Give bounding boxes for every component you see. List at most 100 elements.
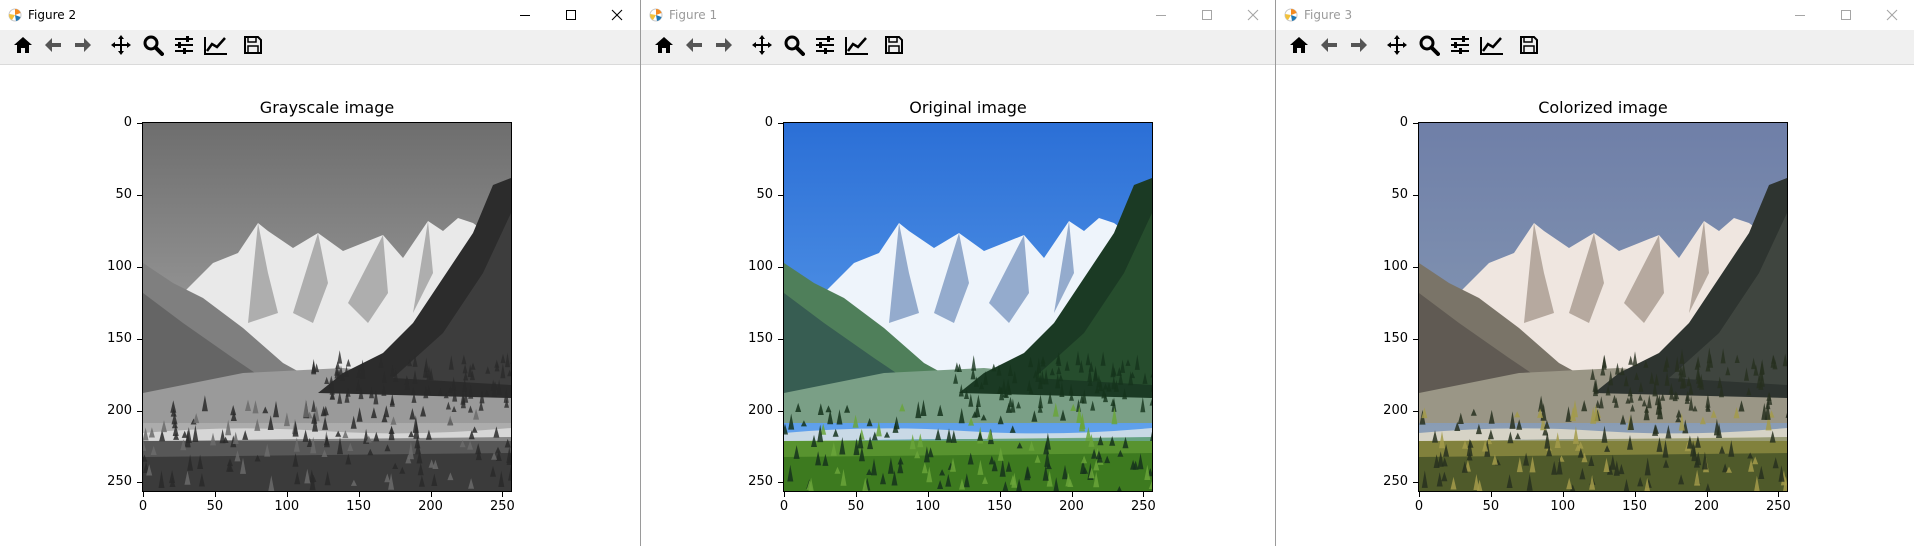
x-tick-mark <box>999 492 1001 497</box>
save-button[interactable] <box>1516 35 1542 59</box>
zoom-button[interactable] <box>1416 35 1442 59</box>
back-arrow-icon <box>1319 35 1339 60</box>
forward-arrow-button[interactable] <box>711 35 737 59</box>
forward-arrow-button[interactable] <box>70 35 96 59</box>
zoom-button[interactable] <box>781 35 807 59</box>
x-tick-mark <box>927 492 929 497</box>
maximize-button[interactable] <box>548 0 594 30</box>
window-figure-2: Figure 2 Grayscale image 0 50 100 150 20… <box>0 0 640 546</box>
home-button[interactable] <box>1286 35 1312 59</box>
navigation-toolbar <box>0 30 640 64</box>
maximize-button[interactable] <box>1823 0 1869 30</box>
title-bar[interactable]: Figure 2 <box>0 0 640 30</box>
pan-icon <box>1386 34 1408 61</box>
save-button[interactable] <box>881 35 907 59</box>
back-arrow-icon <box>684 35 704 60</box>
x-tick-label: 0 <box>1414 499 1424 514</box>
pan-button[interactable] <box>749 34 775 59</box>
x-tick-label: 200 <box>1694 499 1719 514</box>
x-tick-mark <box>1778 492 1780 497</box>
image-content <box>784 123 1152 491</box>
minimize-button[interactable] <box>1777 0 1823 30</box>
y-tick-mark <box>778 266 783 268</box>
edit-axis-button[interactable] <box>844 35 870 59</box>
y-tick-mark <box>1413 482 1418 484</box>
forward-arrow-button[interactable] <box>1346 35 1372 59</box>
back-arrow-icon <box>43 35 63 60</box>
configure-subplots-icon <box>173 35 195 60</box>
x-tick-label: 150 <box>1622 499 1647 514</box>
matplotlib-logo-icon <box>1284 8 1298 22</box>
image-axes[interactable] <box>1418 122 1788 492</box>
back-arrow-button[interactable] <box>681 35 707 59</box>
matplotlib-logo-icon <box>8 8 22 22</box>
zoom-icon <box>1418 34 1440 61</box>
configure-subplots-icon <box>814 35 836 60</box>
x-tick-label: 200 <box>1059 499 1084 514</box>
toolbar-divider <box>1276 64 1914 65</box>
configure-subplots-icon <box>1449 35 1471 60</box>
image-axes[interactable] <box>142 122 512 492</box>
pan-button[interactable] <box>1384 34 1410 61</box>
image-content <box>143 123 511 491</box>
x-tick-mark <box>214 492 216 497</box>
configure-subplots-button[interactable] <box>812 35 838 59</box>
x-tick-mark <box>784 492 785 497</box>
plot-title: Original image <box>909 98 1027 117</box>
home-button[interactable] <box>10 35 36 59</box>
y-tick-mark <box>1413 194 1418 196</box>
y-tick-label: 0 <box>123 115 132 130</box>
y-tick-label: 250 <box>107 474 132 490</box>
x-tick-mark <box>1419 492 1420 497</box>
toolbar-divider <box>641 64 1275 65</box>
y-tick-mark <box>778 338 783 340</box>
configure-subplots-button[interactable] <box>171 35 197 59</box>
y-tick-mark <box>137 338 142 340</box>
minimize-button[interactable] <box>1138 0 1184 30</box>
home-icon <box>1288 35 1310 60</box>
back-arrow-button[interactable] <box>1316 35 1342 59</box>
title-bar[interactable]: Figure 1 <box>641 0 1275 30</box>
close-button[interactable] <box>1869 0 1914 30</box>
navigation-toolbar <box>641 30 1275 64</box>
x-tick-mark <box>143 492 144 497</box>
edit-axis-button[interactable] <box>203 35 229 59</box>
save-icon <box>1519 35 1539 60</box>
x-tick-label: 150 <box>346 499 371 514</box>
save-button[interactable] <box>240 35 266 59</box>
x-tick-label: 250 <box>1765 499 1791 514</box>
y-tick-label: 0 <box>1399 115 1408 130</box>
x-tick-label: 100 <box>274 499 300 514</box>
home-icon <box>12 35 34 60</box>
y-tick-mark <box>137 410 142 412</box>
maximize-button[interactable] <box>1184 0 1230 30</box>
plot-title: Colorized image <box>1538 98 1668 117</box>
y-tick-label: 200 <box>107 402 132 418</box>
y-tick-mark <box>137 482 142 484</box>
home-button[interactable] <box>651 35 677 59</box>
pan-button[interactable] <box>108 34 134 61</box>
y-tick-label: 200 <box>748 402 773 418</box>
title-bar[interactable]: Figure 3 <box>1276 0 1914 30</box>
image-axes[interactable] <box>783 122 1153 492</box>
x-tick-mark <box>1143 492 1145 497</box>
minimize-button[interactable] <box>502 0 548 30</box>
window-title: Figure 3 <box>1304 8 1353 22</box>
edit-axis-icon <box>204 35 228 60</box>
y-tick-mark <box>778 194 783 196</box>
edit-axis-button[interactable] <box>1479 35 1505 59</box>
forward-arrow-icon <box>714 35 734 60</box>
zoom-icon <box>142 34 164 61</box>
x-tick-label: 0 <box>138 499 148 514</box>
x-tick-mark <box>1071 492 1073 497</box>
toolbar-divider <box>0 64 640 65</box>
y-tick-label: 50 <box>1391 186 1408 202</box>
zoom-button[interactable] <box>140 35 166 59</box>
back-arrow-button[interactable] <box>40 35 66 59</box>
x-tick-label: 100 <box>1550 499 1576 514</box>
configure-subplots-button[interactable] <box>1447 35 1473 59</box>
close-button[interactable] <box>594 0 640 30</box>
x-tick-mark <box>1490 492 1492 497</box>
close-button[interactable] <box>1230 0 1275 30</box>
pan-icon <box>110 34 132 61</box>
